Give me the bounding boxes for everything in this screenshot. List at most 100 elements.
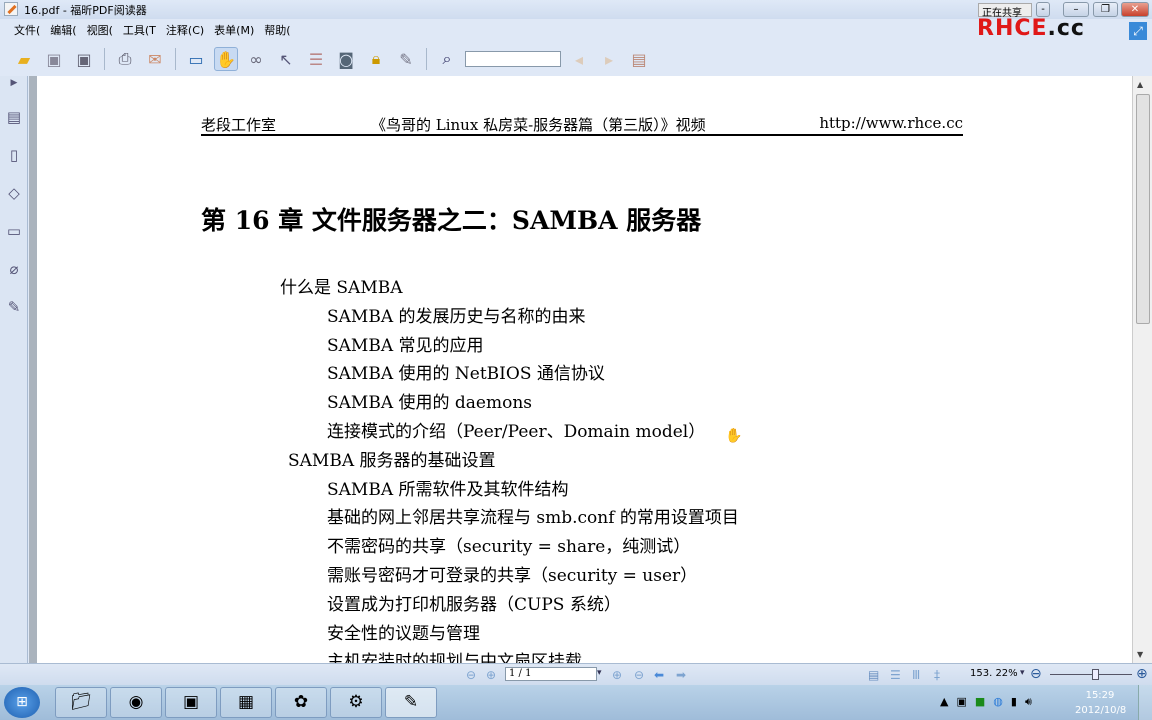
hand-tool-icon[interactable]: ✋ (214, 47, 238, 71)
sharing-indicator[interactable]: 正在共享 (978, 3, 1032, 19)
chapter-title: 第 16 章 文件服务器之二：SAMBA 服务器 (201, 206, 702, 235)
menu-comments[interactable]: 注释(C) (166, 22, 204, 38)
pages-icon[interactable]: ▯ (3, 146, 25, 168)
taskbar-explorer-icon[interactable]: 📁︎ (55, 687, 107, 718)
comments-icon[interactable]: ▭ (3, 222, 25, 244)
toc-entry: SAMBA 的发展历史与名称的由来 (327, 306, 586, 327)
close-button[interactable]: ✕ (1121, 2, 1149, 17)
tray-chat-icon[interactable]: ◍ (993, 695, 1003, 709)
single-page-view-icon[interactable]: ▤ (868, 668, 879, 682)
toc-entry: SAMBA 服务器的基础设置 (288, 450, 496, 471)
page-header: 老段工作室 《鸟哥的 Linux 私房菜-服务器篇（第三版）》视频 http:/… (201, 114, 963, 136)
clock[interactable]: 15:29 2012/10/8 (1075, 688, 1126, 718)
rhce-logo: RHCE.cc (977, 16, 1085, 41)
continuous-facing-view-icon[interactable]: ‡ (934, 668, 940, 682)
toc-entry: SAMBA 所需软件及其软件结构 (327, 479, 569, 500)
save-as-icon[interactable]: ▣ (72, 47, 96, 71)
first-page-icon[interactable]: ⊖ (466, 668, 476, 682)
save-icon[interactable]: ▣ (42, 47, 66, 71)
rms-lock-icon[interactable]: 🔒︎ (364, 47, 388, 71)
text-select-icon[interactable]: ☰ (304, 47, 328, 71)
taskbar: ⊞ 📁︎ ◉ ▣ ▦ ✿ ⚙ ✎ ▲ ▣ ■ ◍ ▮ 🔊︎ 15:29 2012… (0, 685, 1152, 720)
find-next-icon[interactable]: ▸ (597, 47, 621, 71)
menu-help[interactable]: 帮助( (264, 22, 290, 38)
menu-file[interactable]: 文件( (14, 22, 40, 38)
toolbar-separator (104, 48, 105, 70)
continuous-view-icon[interactable]: ☰ (890, 668, 901, 682)
document-viewport[interactable]: 老段工作室 《鸟哥的 Linux 私房菜-服务器篇（第三版）》视频 http:/… (29, 76, 1132, 663)
read-mode-icon[interactable]: ∞ (244, 47, 268, 71)
back-arrow-icon[interactable]: ⬅ (654, 668, 664, 682)
hand-cursor-icon: ✋ (725, 428, 743, 444)
toc-entry: 设置成为打印机服务器（CUPS 系统） (327, 594, 621, 615)
expand-icon[interactable]: ⤢ (1129, 22, 1147, 40)
sign-pen-icon[interactable]: ✎ (394, 47, 418, 71)
zoom-out-icon[interactable]: ⊖ (1030, 666, 1042, 682)
previous-page-icon[interactable]: ⊕ (486, 668, 496, 682)
search-options-icon[interactable]: ▤ (627, 47, 651, 71)
menu-bar: 文件( 编辑( 视图( 工具(T 注释(C) 表单(M) 帮助( (0, 20, 960, 40)
window-title: 16.pdf - 福昕PDF阅读器 (24, 4, 147, 17)
restore-button[interactable]: ❐ (1093, 2, 1118, 17)
panel-expand-arrow-icon[interactable]: ▶ (3, 78, 25, 100)
minimize-button[interactable]: – (1063, 2, 1089, 17)
toolbar: ▰ ▣ ▣ ⎙ ✉ ▭ ✋ ∞ ↖ ☰ ◙ 🔒︎ ✎ ⌕ ◂ ▸ ▤ (0, 42, 1152, 76)
taskbar-app-icon[interactable]: ▣ (165, 687, 217, 718)
start-button[interactable]: ⊞ (4, 687, 40, 718)
facing-view-icon[interactable]: Ⅲ (912, 668, 920, 682)
open-folder-icon[interactable]: ▰ (12, 47, 36, 71)
taskbar-chrome-icon[interactable]: ◉ (110, 687, 162, 718)
foxit-app-icon (4, 2, 18, 16)
taskbar-media-icon[interactable]: ▦ (220, 687, 272, 718)
scroll-up-arrow-icon[interactable]: ▲ (1137, 80, 1143, 89)
menu-tools[interactable]: 工具(T (123, 22, 156, 38)
zoom-slider-thumb[interactable] (1092, 669, 1099, 680)
page-number-input[interactable]: 1 / 1 (505, 667, 597, 681)
toolbar-separator (175, 48, 176, 70)
forward-arrow-icon[interactable]: ➡ (676, 668, 686, 682)
find-binoculars-icon[interactable]: ⌕ (435, 47, 459, 71)
scrollbar-thumb[interactable] (1136, 94, 1150, 324)
toc-entry: 主机安装时的规划与中文扇区挂载 (327, 652, 582, 663)
zoom-slider[interactable] (1050, 669, 1132, 680)
menu-forms[interactable]: 表单(M) (214, 22, 254, 38)
scroll-down-arrow-icon[interactable]: ▼ (1137, 650, 1143, 659)
toc-entry: 基础的网上邻居共享流程与 smb.conf 的常用设置项目 (327, 508, 739, 529)
next-page-icon[interactable]: ⊕ (612, 668, 622, 682)
zoom-dropdown-icon[interactable]: ▾ (1020, 668, 1025, 678)
menu-edit[interactable]: 编辑( (50, 22, 76, 38)
header-url: http://www.rhce.cc (819, 114, 963, 132)
menu-view[interactable]: 视图( (87, 22, 113, 38)
layers-icon[interactable]: ◇ (3, 184, 25, 206)
find-previous-icon[interactable]: ◂ (567, 47, 591, 71)
taskbar-network-icon[interactable]: ⚙ (330, 687, 382, 718)
share-dropdown-button[interactable]: - (1036, 2, 1050, 17)
vertical-scrollbar[interactable]: ▲ ▼ (1132, 76, 1152, 663)
toc-entry: 需账号密码才可登录的共享（security = user） (327, 566, 698, 586)
snapshot-camera-icon[interactable]: ◙ (334, 47, 358, 71)
toolbar-separator (426, 48, 427, 70)
tray-monitor-icon[interactable]: ▣ (956, 695, 966, 709)
taskbar-parrot-icon[interactable]: ✿ (275, 687, 327, 718)
bookmarks-icon[interactable]: ▤ (3, 108, 25, 130)
zoom-level[interactable]: 153. 22% (970, 668, 1018, 679)
select-arrow-icon[interactable]: ↖ (274, 47, 298, 71)
network-signal-icon[interactable]: ▮ (1011, 695, 1017, 709)
fullscreen-icon[interactable]: ▭ (184, 47, 208, 71)
volume-icon[interactable]: 🔊︎ (1025, 695, 1032, 709)
email-icon[interactable]: ✉ (143, 47, 167, 71)
zoom-in-icon[interactable]: ⊕ (1136, 666, 1148, 682)
system-tray: ▲ ▣ ■ ◍ ▮ 🔊︎ (940, 695, 1032, 709)
attachments-icon[interactable]: ⌀ (3, 260, 25, 282)
page-dropdown-icon[interactable]: ▾ (597, 668, 602, 678)
navigation-panel: ▶ ▤ ▯ ◇ ▭ ⌀ ✎ (0, 76, 28, 663)
taskbar-foxit-icon[interactable]: ✎ (385, 687, 437, 718)
last-page-icon[interactable]: ⊖ (634, 668, 644, 682)
show-desktop-button[interactable] (1138, 685, 1152, 720)
print-icon[interactable]: ⎙ (113, 47, 137, 71)
show-hidden-icons-icon[interactable]: ▲ (940, 695, 948, 709)
toc-entry: SAMBA 使用的 NetBIOS 通信协议 (327, 364, 605, 385)
find-input[interactable] (465, 51, 561, 67)
signatures-icon[interactable]: ✎ (3, 298, 25, 320)
tray-green-app-icon[interactable]: ■ (975, 695, 985, 709)
